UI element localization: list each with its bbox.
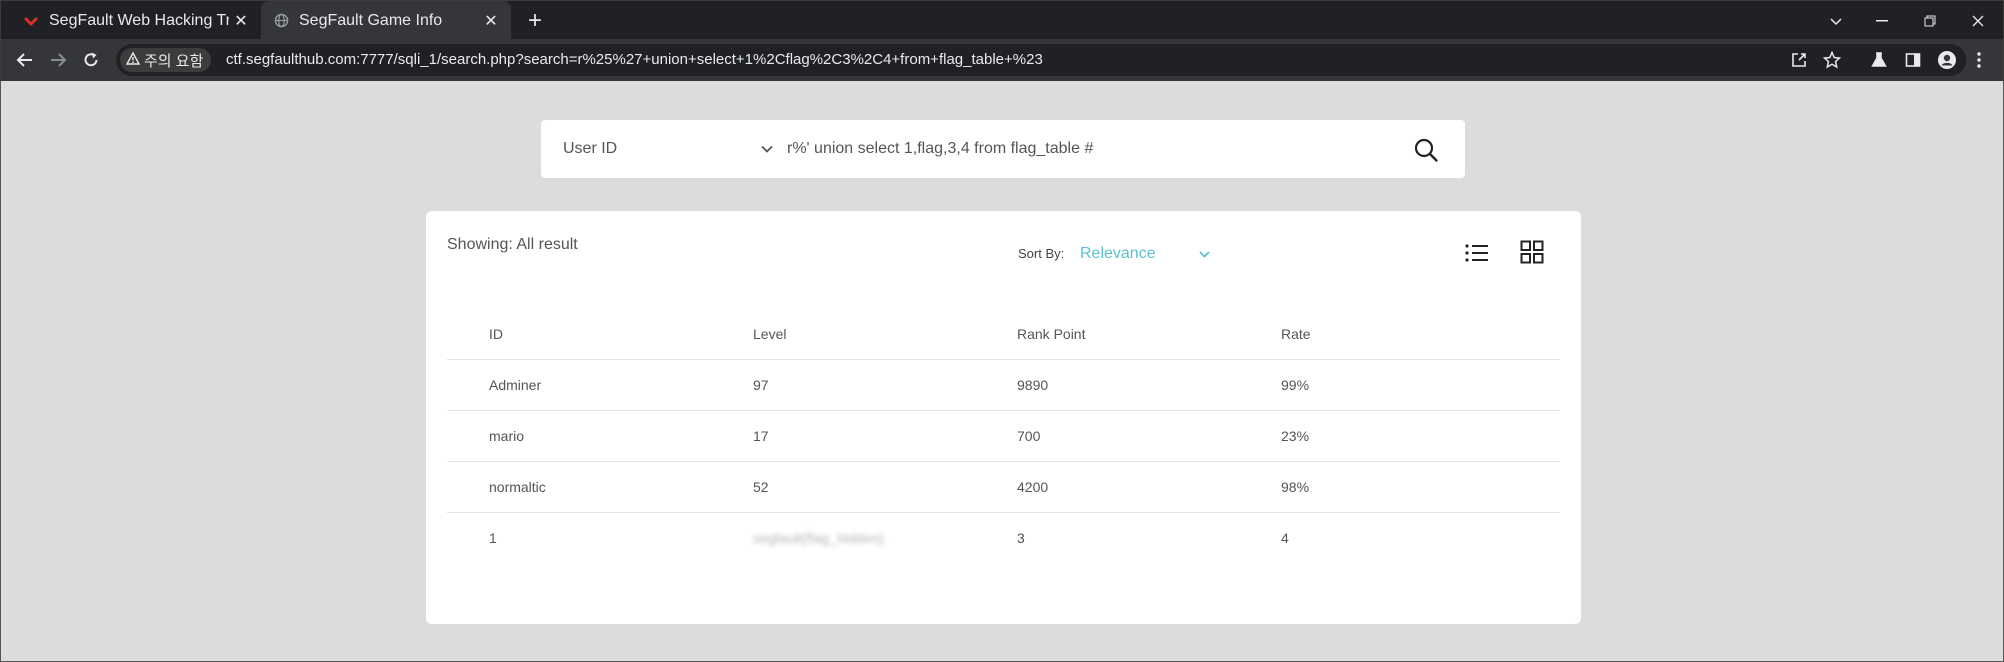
tab-title: SegFault Game Info (299, 11, 443, 29)
table-header-row: ID Level Rank Point Rate (447, 309, 1560, 360)
search-icon[interactable] (1413, 137, 1439, 163)
reload-icon[interactable] (77, 46, 105, 74)
tab-segfault-game-info[interactable]: SegFault Game Info ✕ (261, 1, 511, 40)
minimize-icon[interactable] (1859, 1, 1905, 40)
cell-rate: 23% (1281, 428, 1310, 444)
cell-rank-point: 4200 (1017, 479, 1049, 495)
cell-level: 52 (753, 479, 769, 495)
tab-close-icon[interactable]: ✕ (229, 11, 253, 31)
kebab-menu-icon[interactable] (1965, 46, 1993, 74)
sort-by-label: Sort By: (1018, 246, 1065, 261)
url-text[interactable]: ctf.segfaulthub.com:7777/sqli_1/search.p… (226, 44, 1043, 76)
search-bar: User ID (541, 120, 1465, 178)
showing-label: Showing: All result (447, 236, 578, 253)
grid-view-icon[interactable] (1520, 240, 1544, 264)
cell-rate: 99% (1281, 377, 1310, 393)
profile-icon[interactable] (1933, 46, 1961, 74)
search-input[interactable] (787, 120, 1387, 178)
close-window-icon[interactable] (1955, 1, 2001, 40)
table-row: normaltic 52 4200 98% (447, 462, 1560, 513)
sort-select[interactable]: Relevance (1080, 242, 1210, 266)
security-label: 주의 요함 (144, 52, 204, 70)
list-view-icon[interactable] (1464, 241, 1490, 265)
tab-close-icon[interactable]: ✕ (479, 11, 503, 31)
column-header-level: Level (753, 326, 787, 342)
share-icon[interactable] (1785, 46, 1813, 74)
side-panel-icon[interactable] (1899, 46, 1927, 74)
search-field-select[interactable]: User ID (563, 120, 773, 178)
column-header-rank-point: Rank Point (1017, 326, 1086, 342)
cell-rate: 98% (1281, 479, 1310, 495)
sort-value: Relevance (1080, 245, 1156, 262)
chevron-down-icon (761, 140, 773, 158)
cell-rank-point: 9890 (1017, 377, 1049, 393)
restore-icon[interactable] (1907, 1, 1953, 40)
column-header-rate: Rate (1281, 326, 1311, 342)
cell-rank-point: 3 (1017, 530, 1025, 546)
segfault-logo-icon (23, 13, 39, 29)
browser-tab-bar: SegFault Web Hacking Trai ✕ SegFault Gam… (0, 0, 2004, 40)
cell-level-redacted: segfault{flag_hidden} (753, 530, 884, 546)
table-row: Adminer 97 9890 99% (447, 360, 1560, 411)
cell-id: Adminer (489, 377, 542, 393)
tab-segfault-web-hacking[interactable]: SegFault Web Hacking Trai ✕ (11, 1, 261, 40)
page-content: User ID Showing: All result Sort By: Rel… (0, 81, 2004, 662)
cell-level: 97 (753, 377, 769, 393)
results-card: Showing: All result Sort By: Relevance I… (426, 211, 1581, 624)
cell-rate: 4 (1281, 530, 1289, 546)
tab-search-chevron-icon[interactable] (1813, 1, 1859, 40)
table-row: 1 segfault{flag_hidden} 3 4 (447, 513, 1560, 564)
arrow-left-icon[interactable] (11, 46, 39, 74)
globe-icon (273, 13, 289, 29)
security-warning-chip[interactable]: 주의 요함 (120, 48, 212, 72)
cell-rank-point: 700 (1017, 428, 1041, 444)
star-icon[interactable] (1818, 46, 1846, 74)
address-bar[interactable]: 주의 요함 ctf.segfaulthub.com:7777/sqli_1/se… (116, 44, 1966, 76)
new-tab-plus-icon[interactable]: + (521, 7, 549, 35)
arrow-right-icon[interactable] (44, 46, 72, 74)
chevron-down-icon (1199, 245, 1210, 263)
search-field-value: User ID (563, 140, 618, 157)
cell-id: normaltic (489, 479, 546, 495)
tab-title: SegFault Web Hacking Trai (49, 11, 229, 29)
flask-icon[interactable] (1865, 46, 1893, 74)
column-header-id: ID (489, 326, 503, 342)
table-row: mario 17 700 23% (447, 411, 1560, 462)
results-table: ID Level Rank Point Rate Adminer 97 9890… (447, 309, 1560, 564)
warning-triangle-icon (125, 51, 141, 69)
cell-level: 17 (753, 428, 769, 444)
cell-id: 1 (489, 530, 497, 546)
cell-id: mario (489, 428, 525, 444)
browser-toolbar: 주의 요함 ctf.segfaulthub.com:7777/sqli_1/se… (0, 39, 2004, 81)
